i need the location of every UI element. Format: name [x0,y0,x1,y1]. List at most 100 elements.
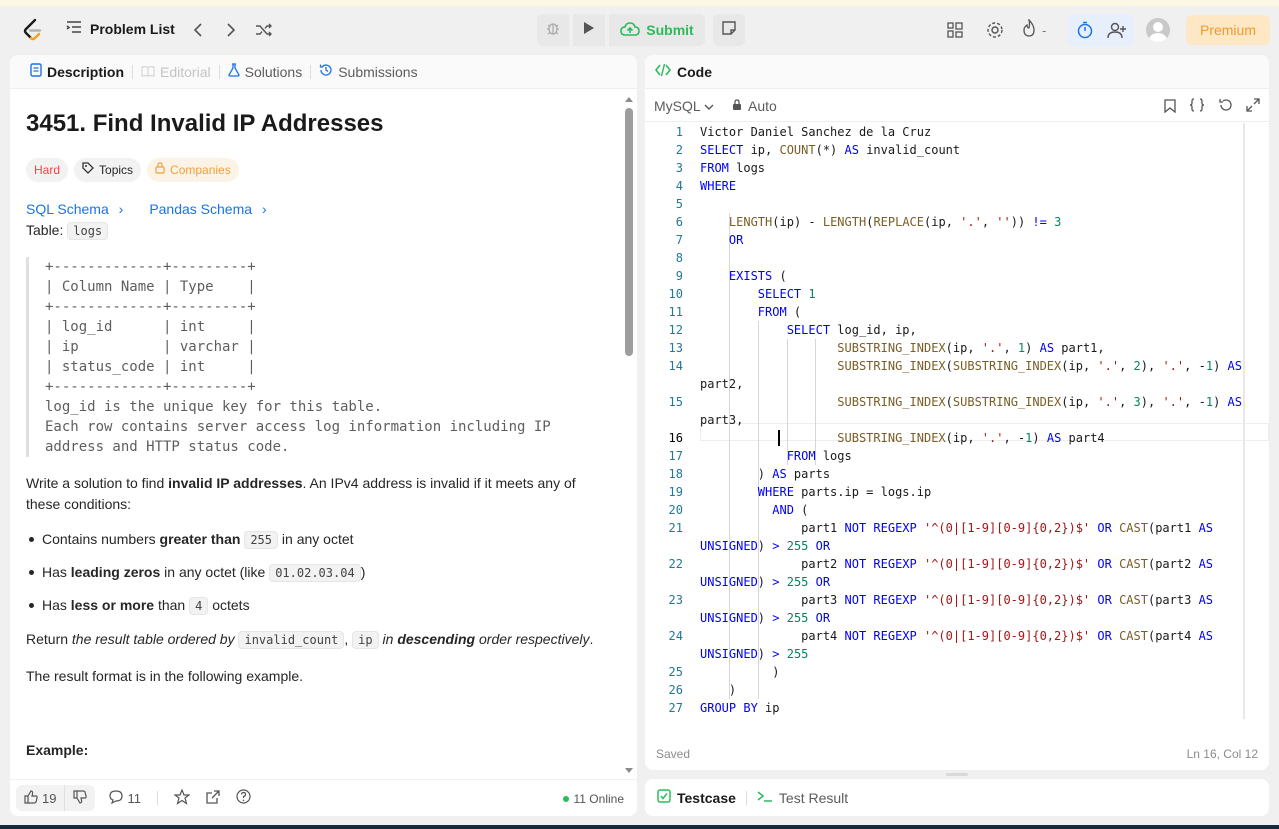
code-panel: Code MySQL Auto 1 Victor Daniel Sanchez d… [645,55,1269,770]
item-text: Contains numbers [42,531,160,547]
tab-editorial[interactable]: Editorial [133,64,219,80]
code-line: 23 part3 NOT REGEXP '^(0|[1-9][0-9]{0,2}… [668,593,1214,607]
debug-button[interactable] [537,14,569,46]
table-name-code: logs [67,222,109,240]
test-result-label: Test Result [778,789,849,806]
tab-solutions[interactable]: Solutions [220,63,311,80]
code-line: 14 SUBSTRING_INDEX(SUBSTRING_INDEX(ip, '… [668,359,1242,373]
ret-italic: in [378,631,398,647]
code-line: 3 FROM logs [675,161,766,175]
star-icon [173,787,191,808]
mode-label: Auto [748,97,777,114]
schema-links: SQL Schema › Pandas Schema › [26,199,267,220]
pandas-schema-link[interactable]: Pandas Schema › [149,199,266,220]
pandas-schema-label: Pandas Schema [149,201,253,217]
format-braces-icon[interactable] [1189,98,1205,115]
premium-button[interactable]: Premium [1186,15,1270,45]
stopwatch-icon[interactable] [1074,19,1096,41]
flask-icon [227,63,240,80]
code-line: 9 EXISTS ( [675,269,787,283]
schema-line: log_id is the unique key for this table. [45,399,383,415]
prev-problem-icon[interactable] [187,19,209,41]
add-user-icon[interactable] [1106,19,1128,41]
lock-icon [732,98,742,114]
topics-chip[interactable]: Topics [74,158,142,182]
tab-editorial-label: Editorial [160,63,211,80]
submit-button[interactable]: Submit [609,14,705,46]
checkbox-check-icon [657,789,671,806]
item-text: octets [208,597,250,613]
settings-gear-icon[interactable] [984,19,1006,41]
code-line: 1 Victor Daniel Sanchez de la Cruz [675,125,932,139]
like-button[interactable]: 19 [16,785,64,811]
comment-count: 11 [127,790,141,806]
schema-line: | Column Name | Type | [45,279,256,295]
comments-button[interactable]: 11 [101,789,149,807]
item-text: ) [360,564,366,580]
fire-icon [1022,17,1036,42]
shuffle-icon[interactable] [253,19,275,41]
reset-icon[interactable] [1218,98,1232,115]
difficulty-label: Hard [34,162,61,177]
companies-chip[interactable]: Companies [147,158,239,182]
editor-toolbar: MySQL Auto [645,90,1269,122]
sql-schema-link[interactable]: SQL Schema › [26,199,123,220]
chevron-down-icon [704,98,714,114]
layout-icon[interactable] [944,19,966,41]
conditions-list: Contains numbers greater than 255 in any… [26,529,596,628]
code-line-wrap: part2, [700,377,744,391]
panel-resize-handle[interactable] [946,773,968,776]
schema-line: Each row contains server access log info… [45,419,551,435]
test-tabs: Testcase Test Result [645,779,1269,816]
code-line: 25 ) [668,665,780,679]
streak-counter[interactable]: - [1022,17,1056,42]
tab-submissions[interactable]: Submissions [311,63,425,80]
test-panel: Testcase Test Result [645,779,1269,816]
schema-line: address and HTTP status code. [45,439,290,455]
favorite-button[interactable] [166,787,198,808]
tab-divider [745,790,747,805]
problem-list-button[interactable]: Problem List [66,20,175,37]
problem-tags: Hard Topics Companies [26,158,239,182]
tab-test-result[interactable]: Test Result [757,789,848,806]
schema-line: | ip | varchar | [45,339,256,355]
code-line: 10 SELECT 1 [668,287,816,301]
scroll-down-icon[interactable] [624,767,634,775]
thumbs-down-icon [73,789,88,807]
expand-icon[interactable] [1246,98,1260,115]
scroll-thumb[interactable] [625,108,633,356]
scroll-up-icon[interactable] [624,95,634,103]
user-avatar[interactable] [1146,18,1170,42]
language-select[interactable]: MySQL [654,98,714,114]
dislike-button[interactable] [64,785,95,811]
intro-text: Write a solution to find [26,475,169,491]
description-scrollbar[interactable] [624,95,634,775]
item-text: than [154,597,190,613]
bookmark-icon[interactable] [1164,99,1176,116]
companies-label: Companies [170,162,231,177]
tab-description[interactable]: Description [22,63,132,80]
notes-button[interactable] [713,14,745,46]
tab-testcase[interactable]: Testcase [657,789,736,806]
schema-line: | log_id | int | [45,319,256,335]
auto-mode[interactable]: Auto [732,98,777,114]
run-button[interactable] [573,14,605,46]
next-problem-icon[interactable] [220,19,242,41]
help-button[interactable] [228,789,259,807]
ret-code: invalid_count [238,631,345,649]
code-tabs: Code [645,55,1269,89]
code-line: 6 LENGTH(ip) - LENGTH(REPLACE(ip, '.', '… [675,215,1062,229]
code-editor[interactable]: 1 Victor Daniel Sanchez de la Cruz 2 SELEC… [645,123,1269,729]
editor-vertical-scrollbar[interactable] [1243,123,1245,719]
history-icon [319,63,333,80]
share-button[interactable] [198,789,228,807]
editor-status-bar: Saved Ln 16, Col 12 [645,735,1269,770]
difficulty-badge: Hard [26,158,69,182]
item-text: in any octet [278,531,354,547]
code-line: 20 AND ( [668,503,809,517]
leetcode-logo-icon[interactable] [20,17,46,43]
thumbs-up-icon [24,789,38,807]
intro-bold: invalid IP addresses [168,475,303,491]
code-tab-label[interactable]: Code [677,64,712,80]
item-code: 01.02.03.04 [269,564,361,582]
